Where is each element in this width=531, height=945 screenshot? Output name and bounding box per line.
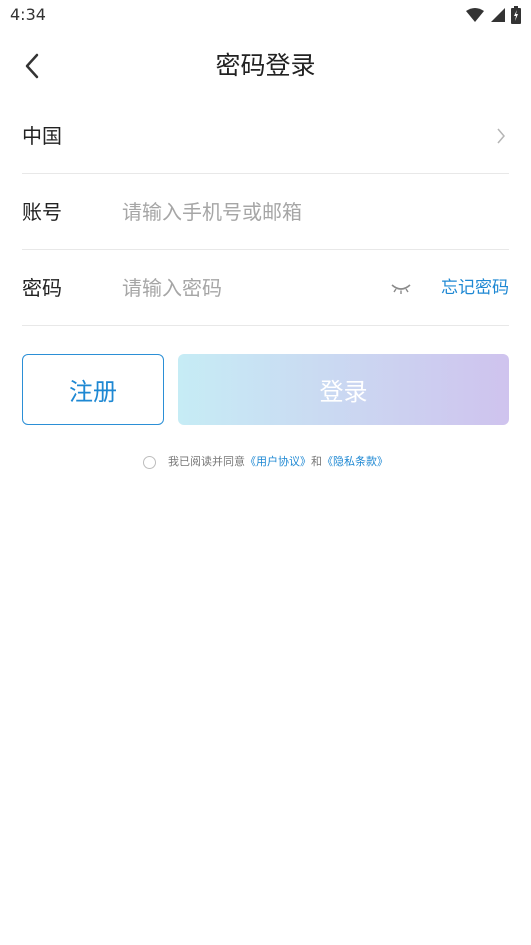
status-icons [466,6,521,24]
password-label: 密码 [22,276,62,300]
account-input[interactable] [122,192,502,232]
eye-closed-icon[interactable] [390,280,412,296]
battery-icon [511,6,521,24]
status-bar: 4:34 [0,0,531,30]
wifi-icon [466,8,484,22]
region-selector[interactable]: 中国 [22,98,509,174]
password-row: 密码 忘记密码 [22,250,509,326]
forgot-password-link[interactable]: 忘记密码 [441,250,509,326]
status-time: 4:34 [10,5,46,24]
agreement-prefix: 我已阅读并同意 [168,455,245,468]
login-button[interactable]: 登录 [178,354,509,425]
signal-icon [491,8,505,22]
agreement: 我已阅读并同意 《用户协议》 和 《隐私条款》 [0,452,531,472]
register-button[interactable]: 注册 [22,354,164,425]
agreement-and: 和 [311,455,322,468]
account-row: 账号 [22,174,509,250]
agreement-checkbox[interactable] [143,455,156,469]
header: 密码登录 [0,40,531,92]
user-agreement-link[interactable]: 《用户协议》 [245,452,311,472]
password-input[interactable] [122,268,377,308]
chevron-right-icon [497,128,505,144]
privacy-policy-link[interactable]: 《隐私条款》 [322,452,388,472]
page-title: 密码登录 [215,51,316,80]
region-label: 中国 [22,124,62,148]
account-label: 账号 [22,200,62,224]
